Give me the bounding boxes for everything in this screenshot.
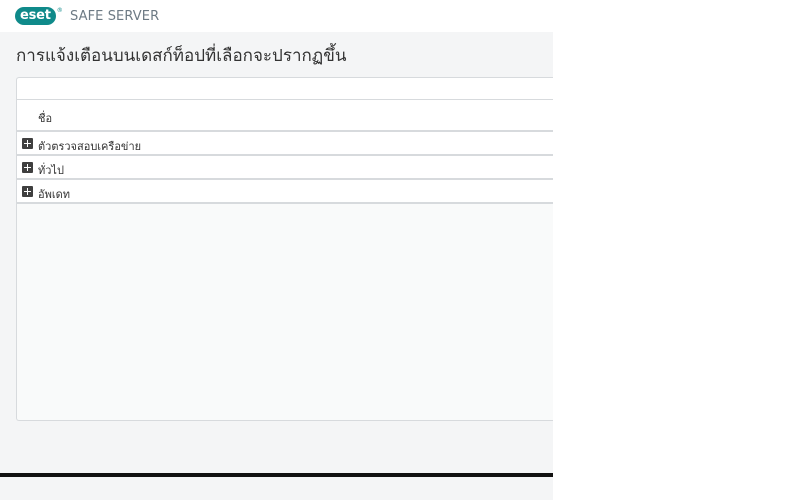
tree-row-general[interactable]: ทั่วไป [17, 156, 553, 180]
table-toolbar [17, 78, 553, 100]
column-header-label: ชื่อ [38, 112, 53, 125]
tree-row-network-monitor[interactable]: ตัวตรวจสอบเครือข่าย [17, 132, 553, 156]
column-header-name[interactable]: ชื่อ [17, 100, 553, 132]
main-content: การแจ้งเตือนบนเดสก์ท็อปที่เลือกจะปรากฏขึ… [0, 32, 553, 473]
notifications-table: ชื่อ ตัวตรวจสอบเครือข่าย ทั่วไป อัพเดท [16, 77, 553, 421]
tree-row-label: ตัวตรวจสอบเครือข่าย [38, 140, 142, 153]
registered-mark: ® [56, 7, 63, 14]
product-name: SAFE SERVER [70, 9, 160, 24]
top-bar: eset ® SAFE SERVER [0, 0, 553, 32]
tree-row-label: อัพเดท [38, 188, 71, 201]
bottom-strip [0, 477, 553, 500]
plus-expand-icon[interactable] [22, 186, 33, 197]
plus-expand-icon[interactable] [22, 162, 33, 173]
eset-logo-mark: eset [15, 7, 56, 25]
plus-expand-icon[interactable] [22, 138, 33, 149]
eset-logo: eset ® [15, 7, 63, 25]
page-title: การแจ้งเตือนบนเดสก์ท็อปที่เลือกจะปรากฏขึ… [16, 46, 347, 66]
tree-row-update[interactable]: อัพเดท [17, 180, 553, 204]
tree-row-label: ทั่วไป [38, 164, 64, 177]
